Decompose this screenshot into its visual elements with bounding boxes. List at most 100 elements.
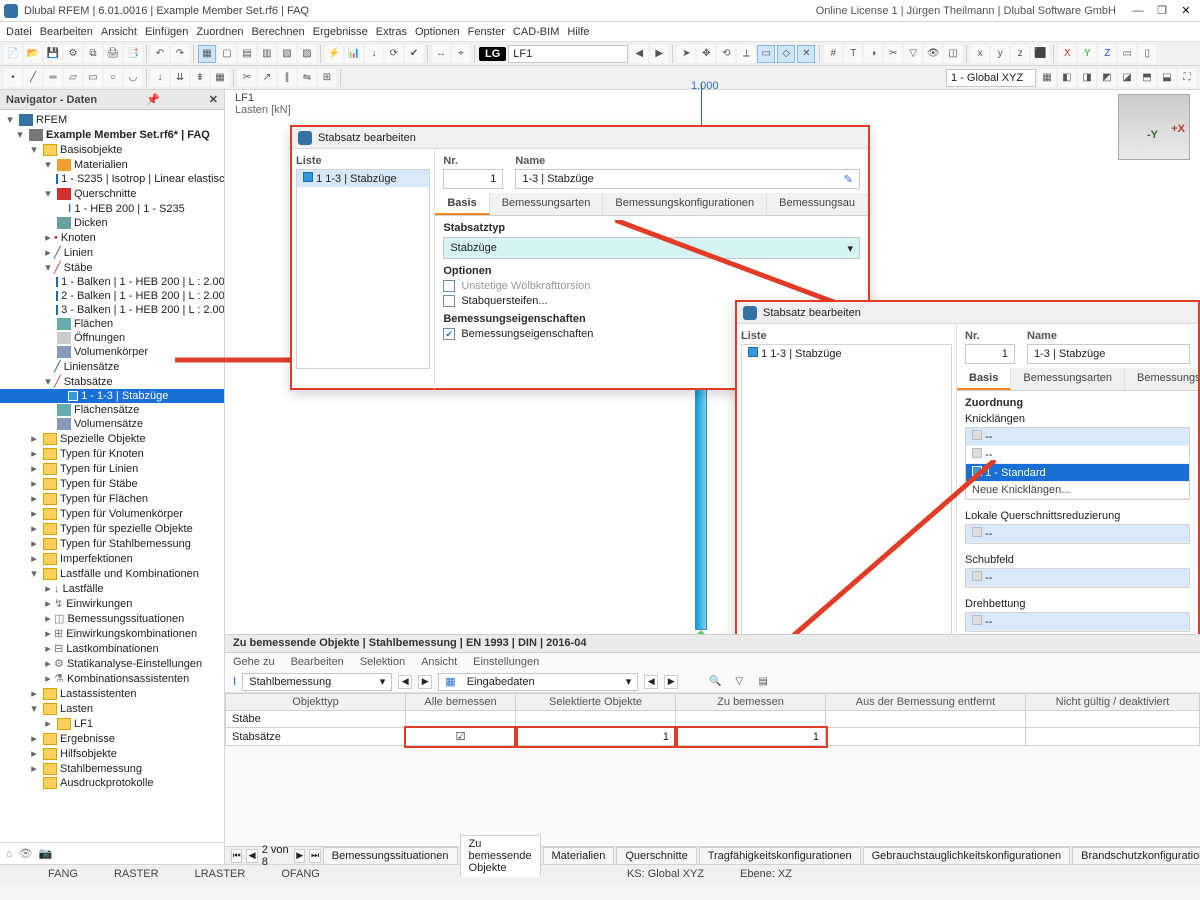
cs2-icon[interactable]: ◧ [1058, 69, 1076, 87]
view-5-icon[interactable]: ▧ [278, 45, 296, 63]
refresh-icon[interactable]: ⟳ [385, 45, 403, 63]
menu-fenster[interactable]: Fenster [468, 26, 505, 38]
dlg1-opt-woelb[interactable]: Unstetige Wölbkrafttorsion [443, 280, 860, 292]
view-4-icon[interactable]: ▥ [258, 45, 276, 63]
vis-icon[interactable]: 👁 [924, 45, 942, 63]
extend-icon[interactable]: ↗ [258, 69, 276, 87]
array-icon[interactable]: ⊞ [318, 69, 336, 87]
cs-x-icon[interactable]: x [971, 45, 989, 63]
view-cube[interactable]: +X-Y [1118, 94, 1190, 160]
dlg1-stabsatztyp-select[interactable]: Stabzüge▾ [443, 237, 860, 259]
view-wire-icon[interactable]: ▢ [218, 45, 236, 63]
bt-qs[interactable]: Querschnitte [616, 847, 696, 865]
edit-icon[interactable]: ✎ [844, 173, 853, 186]
nav-eye-icon[interactable]: 👁 [19, 847, 33, 860]
bp-prev2-icon[interactable]: ◀ [644, 675, 658, 689]
bp-gehezu[interactable]: Gehe zu [233, 656, 275, 668]
check-icon[interactable]: ✔ [405, 45, 423, 63]
cs4-icon[interactable]: ◩ [1098, 69, 1116, 87]
close-button[interactable]: ✕ [1176, 3, 1196, 19]
dlg2-list[interactable]: 1 1-3 | Stabzüge [741, 344, 952, 638]
dlg2-name-input[interactable]: 1-3 | Stabzüge [1027, 344, 1190, 364]
lf-next-icon[interactable]: ▶ [650, 45, 668, 63]
bp-dd-data[interactable]: ▦ Eingabedaten▾ [438, 673, 638, 691]
l-member-icon[interactable]: ⇟ [191, 69, 209, 87]
tree-stabsatz-1[interactable]: 1 - 1-3 | Stabzüge [0, 389, 224, 403]
gear-icon[interactable]: ⚙ [64, 45, 82, 63]
bp-zoom-icon[interactable]: 🔍 [706, 673, 724, 691]
menu-datei[interactable]: Datei [6, 26, 32, 38]
measure-icon[interactable]: ⟂ [737, 45, 755, 63]
copy-icon[interactable]: ⧉ [84, 45, 102, 63]
dlg1-name-input[interactable]: 1-3 | Stabzüge✎ [515, 169, 860, 189]
cs-y-icon[interactable]: y [991, 45, 1009, 63]
dlg2-knick-list[interactable]: -- -- 1 - Standard Neue Knicklängen... [965, 427, 1190, 500]
dlg2-schub[interactable]: -- [965, 568, 1190, 588]
dlg1-tab-bemarten[interactable]: Bemessungsarten [490, 193, 604, 215]
select-cross-icon[interactable]: ✕ [797, 45, 815, 63]
print-icon[interactable]: 🖨 [104, 45, 122, 63]
menu-cadbim[interactable]: CAD-BIM [513, 26, 559, 38]
results-icon[interactable]: 📊 [345, 45, 363, 63]
menu-ergebnisse[interactable]: Ergebnisse [313, 26, 368, 38]
draw-circle-icon[interactable]: ○ [104, 69, 122, 87]
filter-icon[interactable]: ▽ [904, 45, 922, 63]
draw-rect-icon[interactable]: ▭ [84, 69, 102, 87]
calc-icon[interactable]: ⚡ [325, 45, 343, 63]
save-icon[interactable]: 💾 [44, 45, 62, 63]
trim-icon[interactable]: ✂ [238, 69, 256, 87]
clip-icon[interactable]: ✂ [884, 45, 902, 63]
bt-next-icon[interactable]: ▶ [294, 849, 305, 863]
rotate-icon[interactable]: ⟲ [717, 45, 735, 63]
bp-einstellungen[interactable]: Einstellungen [473, 656, 539, 668]
menu-einfuegen[interactable]: Einfügen [145, 26, 188, 38]
offset-icon[interactable]: ∥ [278, 69, 296, 87]
loadcase-select[interactable]: LF1 [508, 45, 628, 63]
cs6-icon[interactable]: ⬒ [1138, 69, 1156, 87]
loads-icon[interactable]: ↓ [365, 45, 383, 63]
l-line-icon[interactable]: ⇊ [171, 69, 189, 87]
section-icon[interactable]: ◫ [944, 45, 962, 63]
menu-extras[interactable]: Extras [376, 26, 407, 38]
dim-icon[interactable]: ↔ [432, 45, 450, 63]
move-icon[interactable]: ✥ [697, 45, 715, 63]
dlg2-tab-bemkonfig[interactable]: Bemessungskonfig [1125, 368, 1198, 390]
bp-next-icon[interactable]: ▶ [418, 675, 432, 689]
snap-icon[interactable]: ⌖ [452, 45, 470, 63]
draw-surface-icon[interactable]: ▱ [64, 69, 82, 87]
axis-x-icon[interactable]: X [1058, 45, 1076, 63]
nav-home-icon[interactable]: ⌂ [6, 848, 13, 860]
draw-node-icon[interactable]: • [4, 69, 22, 87]
dlg2-nr-input[interactable]: 1 [965, 344, 1015, 364]
dlg2-tab-bemarten[interactable]: Bemessungsarten [1011, 368, 1125, 390]
color-icon[interactable]: ◑ [864, 45, 882, 63]
l-node-icon[interactable]: ↓ [151, 69, 169, 87]
menu-bearbeiten[interactable]: Bearbeiten [40, 26, 93, 38]
dlg2-tab-basis[interactable]: Basis [957, 368, 1011, 390]
bp-next2-icon[interactable]: ▶ [664, 675, 678, 689]
sb-fang[interactable]: FANG [40, 868, 86, 880]
cs7-icon[interactable]: ⬓ [1158, 69, 1176, 87]
model-canvas[interactable]: LF1 Lasten [kN] 1.000 +X-Y → X ↑ Y ↓ Z S… [225, 90, 1200, 864]
nav-close-icon[interactable]: ✕ [209, 93, 218, 106]
sb-ofang[interactable]: OFANG [273, 868, 328, 880]
redo-icon[interactable]: ↷ [171, 45, 189, 63]
l-area-icon[interactable]: ▦ [211, 69, 229, 87]
dlg2-dreh[interactable]: -- [965, 612, 1190, 632]
menu-optionen[interactable]: Optionen [415, 26, 460, 38]
mirror-icon[interactable]: ⇋ [298, 69, 316, 87]
draw-member-icon[interactable]: ═ [44, 69, 62, 87]
axis-z-icon[interactable]: Z [1098, 45, 1116, 63]
draw-line-icon[interactable]: ╱ [24, 69, 42, 87]
plane-xy-icon[interactable]: ▭ [1118, 45, 1136, 63]
dlg1-tab-bemkonfig[interactable]: Bemessungskonfigurationen [603, 193, 767, 215]
dlg1-tab-basis[interactable]: Basis [435, 193, 489, 215]
dlg1-list[interactable]: 1 1-3 | Stabzüge [296, 169, 430, 369]
nav-tree[interactable]: ▾RFEM ▾Example Member Set.rf6* | FAQ ▾Ba… [0, 110, 224, 842]
cs3-icon[interactable]: ◨ [1078, 69, 1096, 87]
bp-ansicht[interactable]: Ansicht [421, 656, 457, 668]
sb-raster[interactable]: RASTER [106, 868, 167, 880]
sb-lraster[interactable]: LRASTER [187, 868, 254, 880]
select-lasso-icon[interactable]: ◇ [777, 45, 795, 63]
draw-arc-icon[interactable]: ◡ [124, 69, 142, 87]
